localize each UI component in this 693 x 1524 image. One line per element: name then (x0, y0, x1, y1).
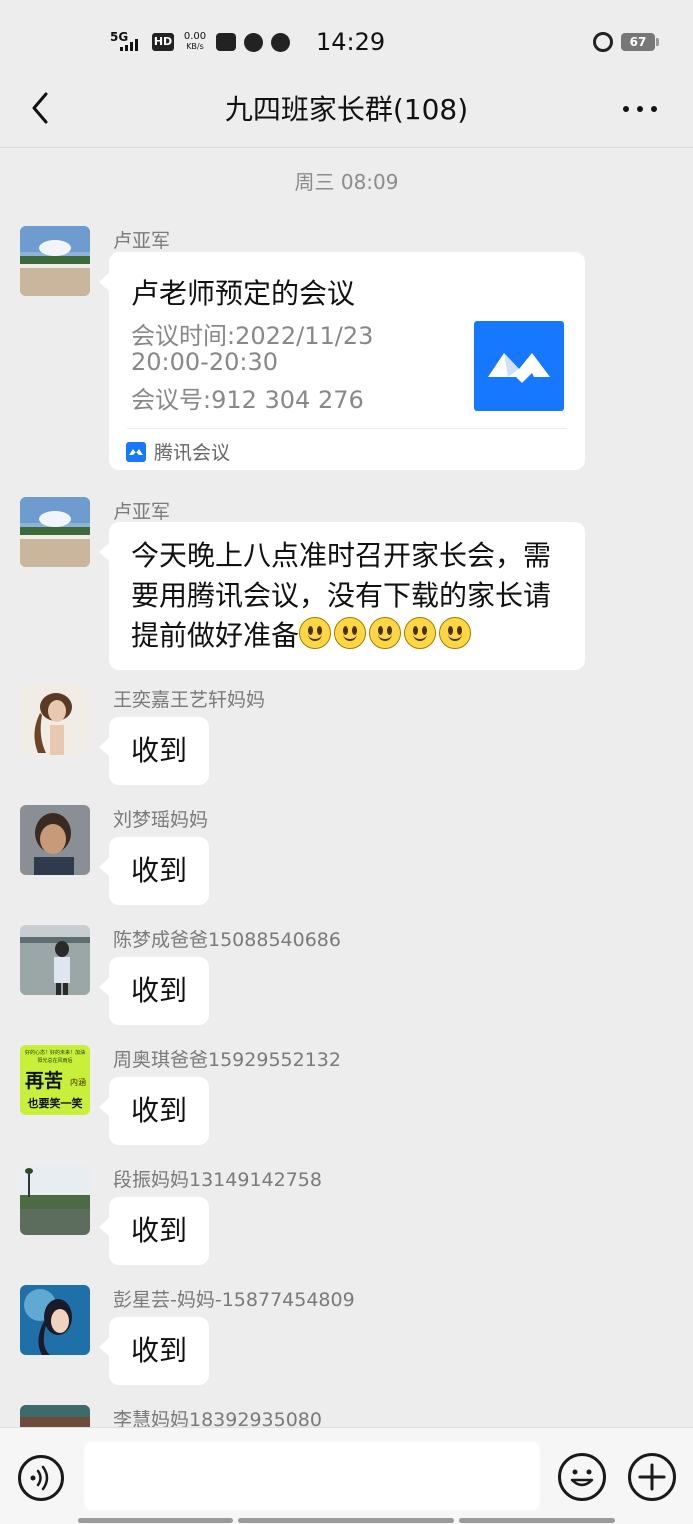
sender-name: 卢亚军 (113, 230, 171, 252)
avatar[interactable] (20, 226, 90, 296)
plus-icon[interactable] (628, 1453, 676, 1501)
gesture-bar (78, 1518, 233, 1523)
message-bubble[interactable]: 今天晚上八点准时召开家长会，需要用腾讯会议，没有下载的家长请提前做好准备 (99, 522, 585, 670)
qq-notification-icon (244, 32, 263, 52)
group-title: 九四班家长群(108) (224, 93, 469, 126)
smile-emoji-icon (404, 617, 437, 649)
speed-value: 0.00 (183, 31, 207, 42)
hd-icon: HD (152, 33, 174, 51)
more-dots-icon[interactable] (623, 94, 663, 124)
smile-emoji-icon (369, 617, 402, 649)
avatar-poster-line1: 好的心态！好的未来！加油 (25, 1049, 85, 1056)
battery-icon: 67 (621, 33, 659, 51)
tencent-meeting-logo-icon (474, 321, 564, 411)
header-divider (0, 147, 693, 148)
avatar[interactable] (20, 1165, 90, 1235)
speed-unit: KB/s (186, 42, 204, 51)
smile-emoji-icon (299, 617, 332, 649)
message-bubble[interactable]: 收到 (98, 957, 210, 1025)
avatar[interactable]: 好的心态！好的未来！加油 阳光总在风雨后 再苦 也要笑一笑 内涵 (20, 1045, 90, 1115)
chat-header: 九四班家长群(108) (0, 70, 693, 148)
card-source: 腾讯会议 (126, 438, 230, 465)
emoji-icon[interactable] (558, 1453, 606, 1501)
meeting-title: 卢老师预定的会议 (131, 277, 356, 310)
status-bar: 5G HD 0.00 KB/s 14:29 67 (0, 0, 693, 80)
time-separator: 周三 08:09 (294, 170, 399, 194)
avatar-poster-side: 内涵 (70, 1077, 86, 1087)
meeting-card[interactable]: 卢老师预定的会议 会议时间:2022/11/23 20:00-20:30 会议号… (99, 252, 585, 470)
network-speed: 0.00 KB/s (182, 32, 208, 52)
sender-name: 王奕嘉王艺轩妈妈 (113, 689, 266, 711)
avatar-poster-big: 再苦 (25, 1069, 63, 1092)
input-bar (0, 1427, 693, 1524)
gesture-bar (238, 1518, 454, 1523)
message-bubble[interactable]: 收到 (98, 1077, 210, 1145)
sender-name: 陈梦成爸爸15088540686 (113, 929, 341, 951)
meeting-time-range: 20:00-20:30 (131, 348, 278, 376)
cellular-signal-icon: 5G (110, 31, 144, 53)
message-bubble[interactable]: 收到 (98, 1197, 210, 1265)
sender-name: 卢亚军 (113, 501, 171, 523)
avatar[interactable] (20, 685, 90, 755)
avatar[interactable] (20, 497, 90, 567)
voice-icon[interactable] (18, 1455, 64, 1501)
message-bubble[interactable]: 收到 (98, 1317, 210, 1385)
sender-name: 彭星芸-妈妈-15877454809 (113, 1289, 355, 1311)
message-input[interactable] (84, 1442, 540, 1510)
alarm-icon (593, 32, 613, 52)
avatar[interactable] (20, 925, 90, 995)
smile-emoji-icon (439, 617, 472, 649)
avatar[interactable] (20, 805, 90, 875)
status-time: 14:29 (316, 28, 386, 56)
gesture-bar (459, 1518, 615, 1523)
sender-name: 段振妈妈13149142758 (113, 1169, 322, 1191)
sender-name: 周奥琪爸爸15929552132 (113, 1049, 341, 1071)
meeting-id: 会议号:912 304 276 (131, 386, 364, 414)
chat-notification-icon (271, 32, 290, 52)
smile-emoji-icon (334, 617, 367, 649)
avatar-poster-big2: 也要笑一笑 (28, 1096, 83, 1110)
avatar-poster-line2: 阳光总在风雨后 (37, 1057, 72, 1064)
card-divider (127, 428, 567, 429)
message-bubble[interactable]: 收到 (98, 717, 210, 785)
avatar[interactable] (20, 1285, 90, 1355)
meeting-time: 会议时间:2022/11/23 (131, 322, 374, 350)
notification-app-icon (216, 33, 236, 51)
card-source-label: 腾讯会议 (154, 442, 231, 464)
tencent-meeting-small-icon (126, 441, 146, 462)
message-bubble[interactable]: 收到 (98, 837, 210, 905)
sender-name: 刘梦瑶妈妈 (113, 809, 209, 831)
emoji-group (299, 617, 472, 649)
